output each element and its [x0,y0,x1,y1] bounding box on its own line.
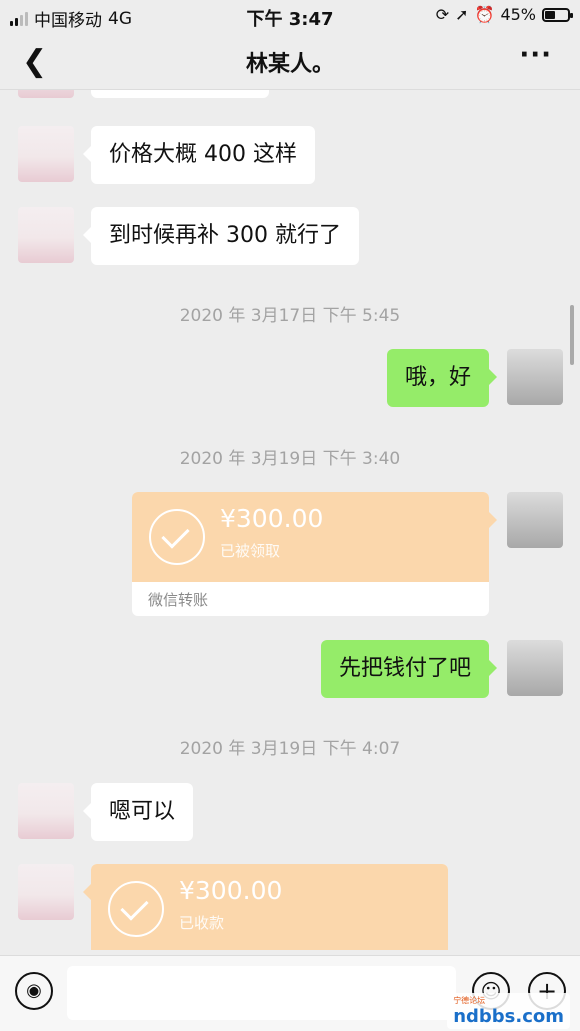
chat-header: ❮ 林某人。 ··· [0,32,580,90]
transfer-status: 已被领取 [220,542,281,560]
check-circle-icon [108,881,164,937]
transfer-amount: ¥300.00 [179,876,283,905]
voice-icon[interactable]: ◉ [15,972,53,1010]
message-input[interactable] [67,966,456,1020]
message-bubble-outgoing[interactable]: 哦，好 [386,349,498,407]
contact-avatar[interactable] [18,126,74,182]
message-bubble-incoming[interactable]: 到时候再补 300 就行了 [83,207,359,265]
watermark-logo: 宁德论坛 ndbbs.com [447,993,570,1029]
bubble-tail [489,512,497,528]
transfer-label: 微信转账 [148,591,209,609]
watermark-badge: 宁德论坛 [453,996,486,1005]
status-bar: 中国移动 4G 下午 3:47 ⟳ ➚ ⏰ 45% [0,0,580,32]
my-avatar[interactable] [507,349,563,405]
chat-title: 林某人。 [245,52,334,77]
message-row: ¥300.00 已收款 [0,864,580,950]
chat-area[interactable]: 价格大概 400 这样 到时候再补 300 就行了 2020 年 3月17日 下… [0,90,580,950]
rotation-lock-icon: ⟳ [435,5,450,24]
my-avatar[interactable] [507,492,563,548]
location-icon: ➚ [455,5,469,24]
message-row: 先把钱付了吧 [0,640,580,698]
transfer-card[interactable]: ¥300.00 已收款 [91,864,448,950]
my-avatar[interactable] [507,640,563,696]
timestamp: 2020 年 3月19日 下午 4:07 [179,739,401,759]
contact-avatar[interactable] [18,207,74,263]
message-row: 嗯可以 [0,783,580,841]
message-row: ¥300.00 已被领取 微信转账 [0,492,580,617]
transfer-amount: ¥300.00 [220,504,324,533]
message-bubble-partial [91,90,269,98]
bubble-tail [83,884,91,900]
message-row-partial [0,90,580,102]
check-circle-icon [149,509,205,565]
message-row: 到时候再补 300 就行了 [0,207,580,265]
contact-avatar[interactable] [18,90,74,98]
message-bubble-incoming[interactable]: 嗯可以 [82,783,194,841]
watermark-text: ndbbs.com [453,1006,564,1027]
more-options-icon[interactable]: ··· [519,40,552,70]
scrollbar[interactable] [570,305,574,365]
message-row: 哦，好 [0,349,580,407]
message-bubble-incoming[interactable]: 价格大概 400 这样 [83,126,315,184]
message-bubble-outgoing[interactable]: 先把钱付了吧 [320,640,498,698]
timestamp: 2020 年 3月19日 下午 3:40 [179,449,401,469]
message-row: 价格大概 400 这样 [0,126,580,184]
contact-avatar[interactable] [18,783,74,839]
transfer-status: 已收款 [179,914,225,932]
alarm-icon: ⏰ [474,5,495,24]
battery-fill [545,10,555,19]
contact-avatar[interactable] [18,864,74,920]
battery-icon [542,7,573,22]
transfer-card[interactable]: ¥300.00 已被领取 微信转账 [132,492,489,616]
status-right: ⟳ ➚ ⏰ 45% [435,5,573,24]
battery-percent: 45% [500,5,536,24]
timestamp: 2020 年 3月17日 下午 5:45 [179,306,401,326]
